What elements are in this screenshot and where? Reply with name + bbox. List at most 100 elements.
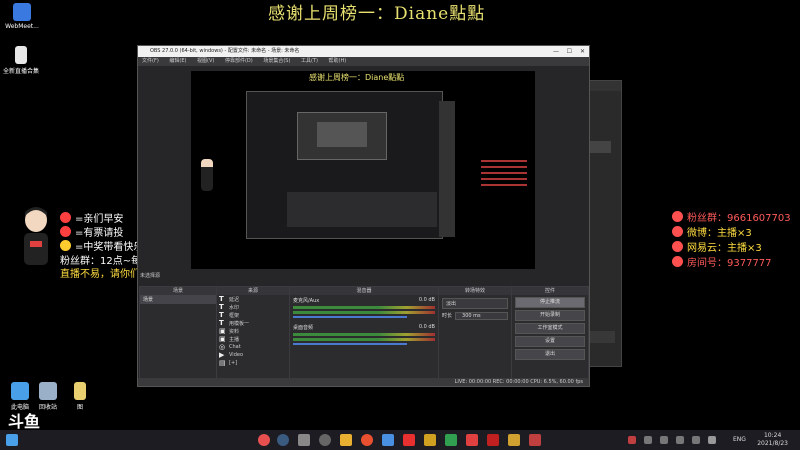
right-info-line: 房间号：9377777: [672, 254, 772, 269]
menu-view[interactable]: 视图(V): [197, 58, 214, 64]
source-item[interactable]: T 框架: [217, 311, 289, 319]
text-source-icon: T: [219, 311, 224, 319]
controls-panel: 控件 停止推流 开始录制 工作室模式 设置 退出: [511, 286, 589, 380]
clock[interactable]: 10:24 2021/8/23: [757, 432, 788, 448]
transition-select[interactable]: 淡出: [442, 298, 508, 309]
panel-header: 来源: [217, 287, 289, 295]
tray-icon[interactable]: [692, 436, 700, 444]
tray-icon[interactable]: [628, 436, 636, 444]
volume-icon[interactable]: [708, 436, 716, 444]
preview-title: 感谢上周榜一：Diane點點: [309, 73, 405, 82]
weibo-icon: [672, 226, 683, 237]
status-bar: LIVE: 00:00:00 REC: 00:00:00 CPU: 6.5%, …: [138, 378, 589, 386]
douyu-logo: 斗鱼: [8, 412, 41, 431]
volume-slider[interactable]: [293, 343, 407, 345]
tray-icon[interactable]: [660, 436, 668, 444]
menu-scene-collection[interactable]: 场景集合(S): [263, 58, 290, 64]
taskbar: ENG 10:24 2021/8/23: [0, 430, 800, 450]
maximize-button[interactable]: ☐: [567, 46, 572, 57]
source-item[interactable]: ▤ [+]: [217, 359, 289, 367]
app-icon[interactable]: [487, 434, 499, 446]
sources-panel: 来源 T 延迟 T 水印 T 框架 T 用模板一 ▣ 资料 ▣ 主播 ◎ Chat ▶ Vide…: [216, 286, 290, 380]
computer-icon: [11, 382, 29, 400]
app-icon[interactable]: [361, 434, 373, 446]
no-source-label: 未选择源: [140, 273, 161, 279]
source-item[interactable]: ◎ Chat: [217, 343, 289, 351]
recycle-bin-icon: [39, 382, 57, 400]
start-icon[interactable]: [6, 434, 18, 446]
image-source-icon: ▣: [219, 327, 226, 335]
track-name: 麦克风/Aux: [293, 298, 320, 304]
volume-meter: [293, 333, 435, 336]
app-icon[interactable]: [529, 434, 541, 446]
source-item[interactable]: ▶ Video: [217, 351, 289, 359]
menu-docks[interactable]: 停靠部件(D): [225, 58, 253, 64]
group-source-icon: ▤: [219, 359, 226, 367]
panel-header: 混音器: [290, 287, 438, 295]
close-button[interactable]: ✕: [580, 46, 585, 57]
app-icon[interactable]: [445, 434, 457, 446]
settings-button[interactable]: 设置: [515, 336, 585, 347]
duration-input[interactable]: 300 ms: [455, 312, 508, 320]
right-info-line: 微博：主播×3: [672, 224, 752, 239]
app-icon[interactable]: [258, 434, 270, 446]
window-title: OBS 27.0.0 (64-bit, windows) - 配置文件: 未命名…: [150, 48, 300, 54]
app-icon[interactable]: [466, 434, 478, 446]
source-item[interactable]: T 水印: [217, 303, 289, 311]
start-recording-button[interactable]: 开始录制: [515, 310, 585, 321]
clock-date: 2021/8/23: [757, 440, 788, 447]
app-icon[interactable]: [340, 434, 352, 446]
scene-item[interactable]: 场景: [140, 295, 216, 304]
menu-file[interactable]: 文件(F): [142, 58, 159, 64]
language-indicator[interactable]: ENG: [733, 436, 746, 443]
preview-canvas[interactable]: 感谢上周榜一：Diane點點: [191, 71, 535, 269]
source-item[interactable]: T 用模板一: [217, 319, 289, 327]
nested-panels: [287, 192, 437, 227]
desktop-icon-collection[interactable]: 全新直播合集: [0, 46, 46, 75]
exit-button[interactable]: 退出: [515, 349, 585, 360]
desktop-icon-folder[interactable]: 图: [60, 382, 100, 411]
panel-header: 控件: [512, 287, 588, 295]
obs-icon[interactable]: [319, 434, 331, 446]
text-source-icon: T: [219, 303, 224, 311]
source-item[interactable]: T 延迟: [217, 295, 289, 303]
menu-help[interactable]: 帮助(H): [329, 58, 347, 64]
text-source-icon: T: [219, 319, 224, 327]
heart-icon: [60, 212, 71, 223]
clock-time: 10:24: [763, 432, 782, 439]
left-info-line: =中奖带看快乐: [60, 238, 143, 253]
room-icon: [672, 256, 683, 267]
minimize-button[interactable]: —: [553, 46, 559, 57]
tray-icon[interactable]: [644, 436, 652, 444]
panel-area: [589, 141, 611, 153]
steam-icon[interactable]: [277, 434, 289, 446]
volume-slider[interactable]: [293, 316, 407, 318]
desktop-icon-webmeeting[interactable]: WebMeet...: [2, 3, 42, 30]
scenes-panel: 场景 场景: [139, 286, 217, 380]
menu-tools[interactable]: 工具(T): [301, 58, 318, 64]
obs-window[interactable]: OBS 27.0.0 (64-bit, windows) - 配置文件: 未命名…: [137, 45, 590, 387]
folder-icon: [74, 382, 86, 400]
studio-mode-button[interactable]: 工作室模式: [515, 323, 585, 334]
source-item[interactable]: ▣ 主播: [217, 335, 289, 343]
nested-preview: [246, 91, 443, 239]
nested-window: [317, 122, 367, 147]
app-icon[interactable]: [298, 434, 310, 446]
app-icon[interactable]: [424, 434, 436, 446]
volume-meter: [293, 338, 435, 341]
stop-streaming-button[interactable]: 停止推流: [515, 297, 585, 308]
nested-preview-right: [439, 101, 455, 237]
left-info-line: =有票请投: [60, 224, 123, 239]
track-db: 0.0 dB: [418, 297, 435, 303]
app-icon[interactable]: [403, 434, 415, 446]
desktop-icon-label: 全新直播合集: [2, 68, 39, 75]
app-icon[interactable]: [382, 434, 394, 446]
fans-icon: [672, 211, 683, 222]
track-name: 桌面音频: [293, 325, 314, 331]
image-source-icon: ▣: [219, 335, 226, 343]
track-db: 0.0 dB: [418, 324, 435, 330]
source-item[interactable]: ▣ 资料: [217, 327, 289, 335]
tray-icon[interactable]: [676, 436, 684, 444]
menu-edit[interactable]: 编辑(E): [169, 58, 186, 64]
app-icon[interactable]: [508, 434, 520, 446]
